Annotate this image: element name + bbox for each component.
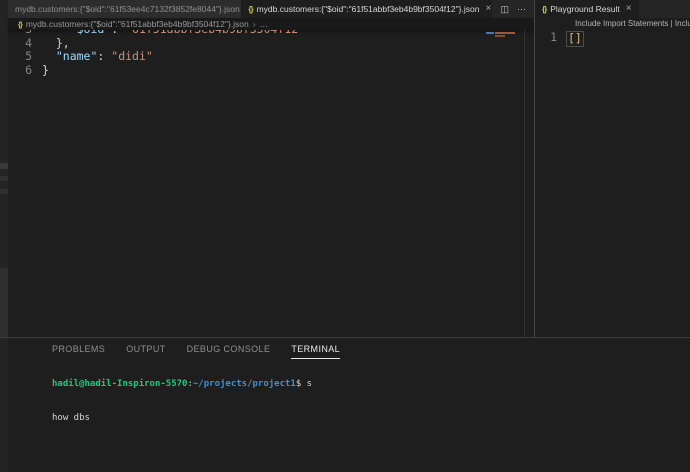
tab-label: mydb.customers:{"$oid":"61f53ee4c7132f38… <box>15 4 240 14</box>
json-value: "61f51abbf3eb4b9bf3504f12" <box>125 30 305 37</box>
editor-actions: ◫ ⋯ <box>492 0 534 18</box>
terminal-blank-line <box>52 447 690 458</box>
prompt-user: hadil@hadil-Inspiron-5570 <box>52 379 187 389</box>
code-line-5: 5 "name": "didi" <box>8 50 534 64</box>
result-brackets: [] <box>566 31 584 47</box>
playground-editor[interactable]: 1 [] <box>535 31 690 47</box>
breadcrumb[interactable]: {} mydb.customers:{"$oid":"61f51abbf3eb4… <box>8 18 534 30</box>
edge-mark <box>0 189 8 194</box>
tab-bar-left: mydb.customers:{"$oid":"61f53ee4c7132f38… <box>8 0 534 18</box>
breadcrumb-file[interactable]: mydb.customers:{"$oid":"61f51abbf3eb4b9b… <box>26 19 249 29</box>
breadcrumb-more[interactable]: … <box>260 19 269 29</box>
json-value: "didi" <box>111 50 153 64</box>
editor-group-right: {} Playground Result × Include Import St… <box>535 0 690 337</box>
breadcrumb-separator-icon: › <box>253 19 256 29</box>
edge-mark <box>0 268 8 338</box>
editor-group-left: mydb.customers:{"$oid":"61f53ee4c7132f38… <box>8 0 534 337</box>
minimap-mark[interactable] <box>495 32 515 34</box>
vscode-window: mydb.customers:{"$oid":"61f53ee4c7132f38… <box>0 0 690 472</box>
bottom-panel: PROBLEMS OUTPUT DEBUG CONSOLE TERMINAL h… <box>8 338 690 472</box>
json-file-icon: {} <box>542 5 546 14</box>
json-key: "name" <box>56 50 98 64</box>
terminal[interactable]: hadil@hadil-Inspiron-5570:~/projects/pro… <box>52 356 690 472</box>
line-number: 6 <box>8 64 42 78</box>
tab-label: mydb.customers:{"$oid":"61f51abbf3eb4b9b… <box>257 4 480 14</box>
indent <box>42 50 56 64</box>
terminal-output-line: how dbs <box>52 413 690 424</box>
json-brace: }, <box>42 37 70 51</box>
json-colon: : <box>97 50 111 64</box>
code-line-6: 6} <box>8 64 534 78</box>
typed-command: s <box>301 379 312 389</box>
line-number: 1 <box>535 31 557 47</box>
close-tab-icon[interactable]: × <box>626 4 632 14</box>
json-colon: : <box>111 30 125 37</box>
tab-json-file-2[interactable]: {} mydb.customers:{"$oid":"61f51abbf3eb4… <box>241 0 492 18</box>
edge-mark <box>0 176 8 181</box>
edge-mark <box>0 163 8 169</box>
close-tab-icon[interactable]: × <box>485 4 491 14</box>
json-brace: } <box>42 64 49 78</box>
window-left-edge <box>0 0 8 472</box>
json-file-icon: {} <box>18 20 22 29</box>
line-number: 4 <box>8 37 42 51</box>
tab-bar-right: {} Playground Result × <box>535 0 690 18</box>
json-editor[interactable]: 3 "$oid": "61f51abbf3eb4b9bf3504f12" 4 }… <box>8 30 534 337</box>
terminal-prompt-line: hadil@hadil-Inspiron-5570:~/projects/pro… <box>52 379 690 390</box>
tab-playground-result[interactable]: {} Playground Result × <box>535 0 639 18</box>
split-editor-icon[interactable]: ◫ <box>500 4 509 15</box>
overview-ruler-border <box>524 29 525 337</box>
prompt-path: ~/projects/project1 <box>193 379 296 389</box>
minimap-mark[interactable] <box>495 35 505 37</box>
include-statements-link[interactable]: Include Import Statements | Include <box>575 19 690 28</box>
playground-toolbar: Include Import Statements | Include <box>575 19 690 30</box>
tab-label: Playground Result <box>550 4 619 14</box>
minimap-mark[interactable] <box>486 32 494 34</box>
json-file-icon: {} <box>248 5 252 14</box>
tab-json-file-1[interactable]: mydb.customers:{"$oid":"61f53ee4c7132f38… <box>8 0 241 18</box>
json-key: "$oid" <box>70 30 112 37</box>
line-number: 5 <box>8 50 42 64</box>
code-line-4: 4 }, <box>8 37 534 51</box>
more-actions-icon[interactable]: ⋯ <box>517 4 526 15</box>
